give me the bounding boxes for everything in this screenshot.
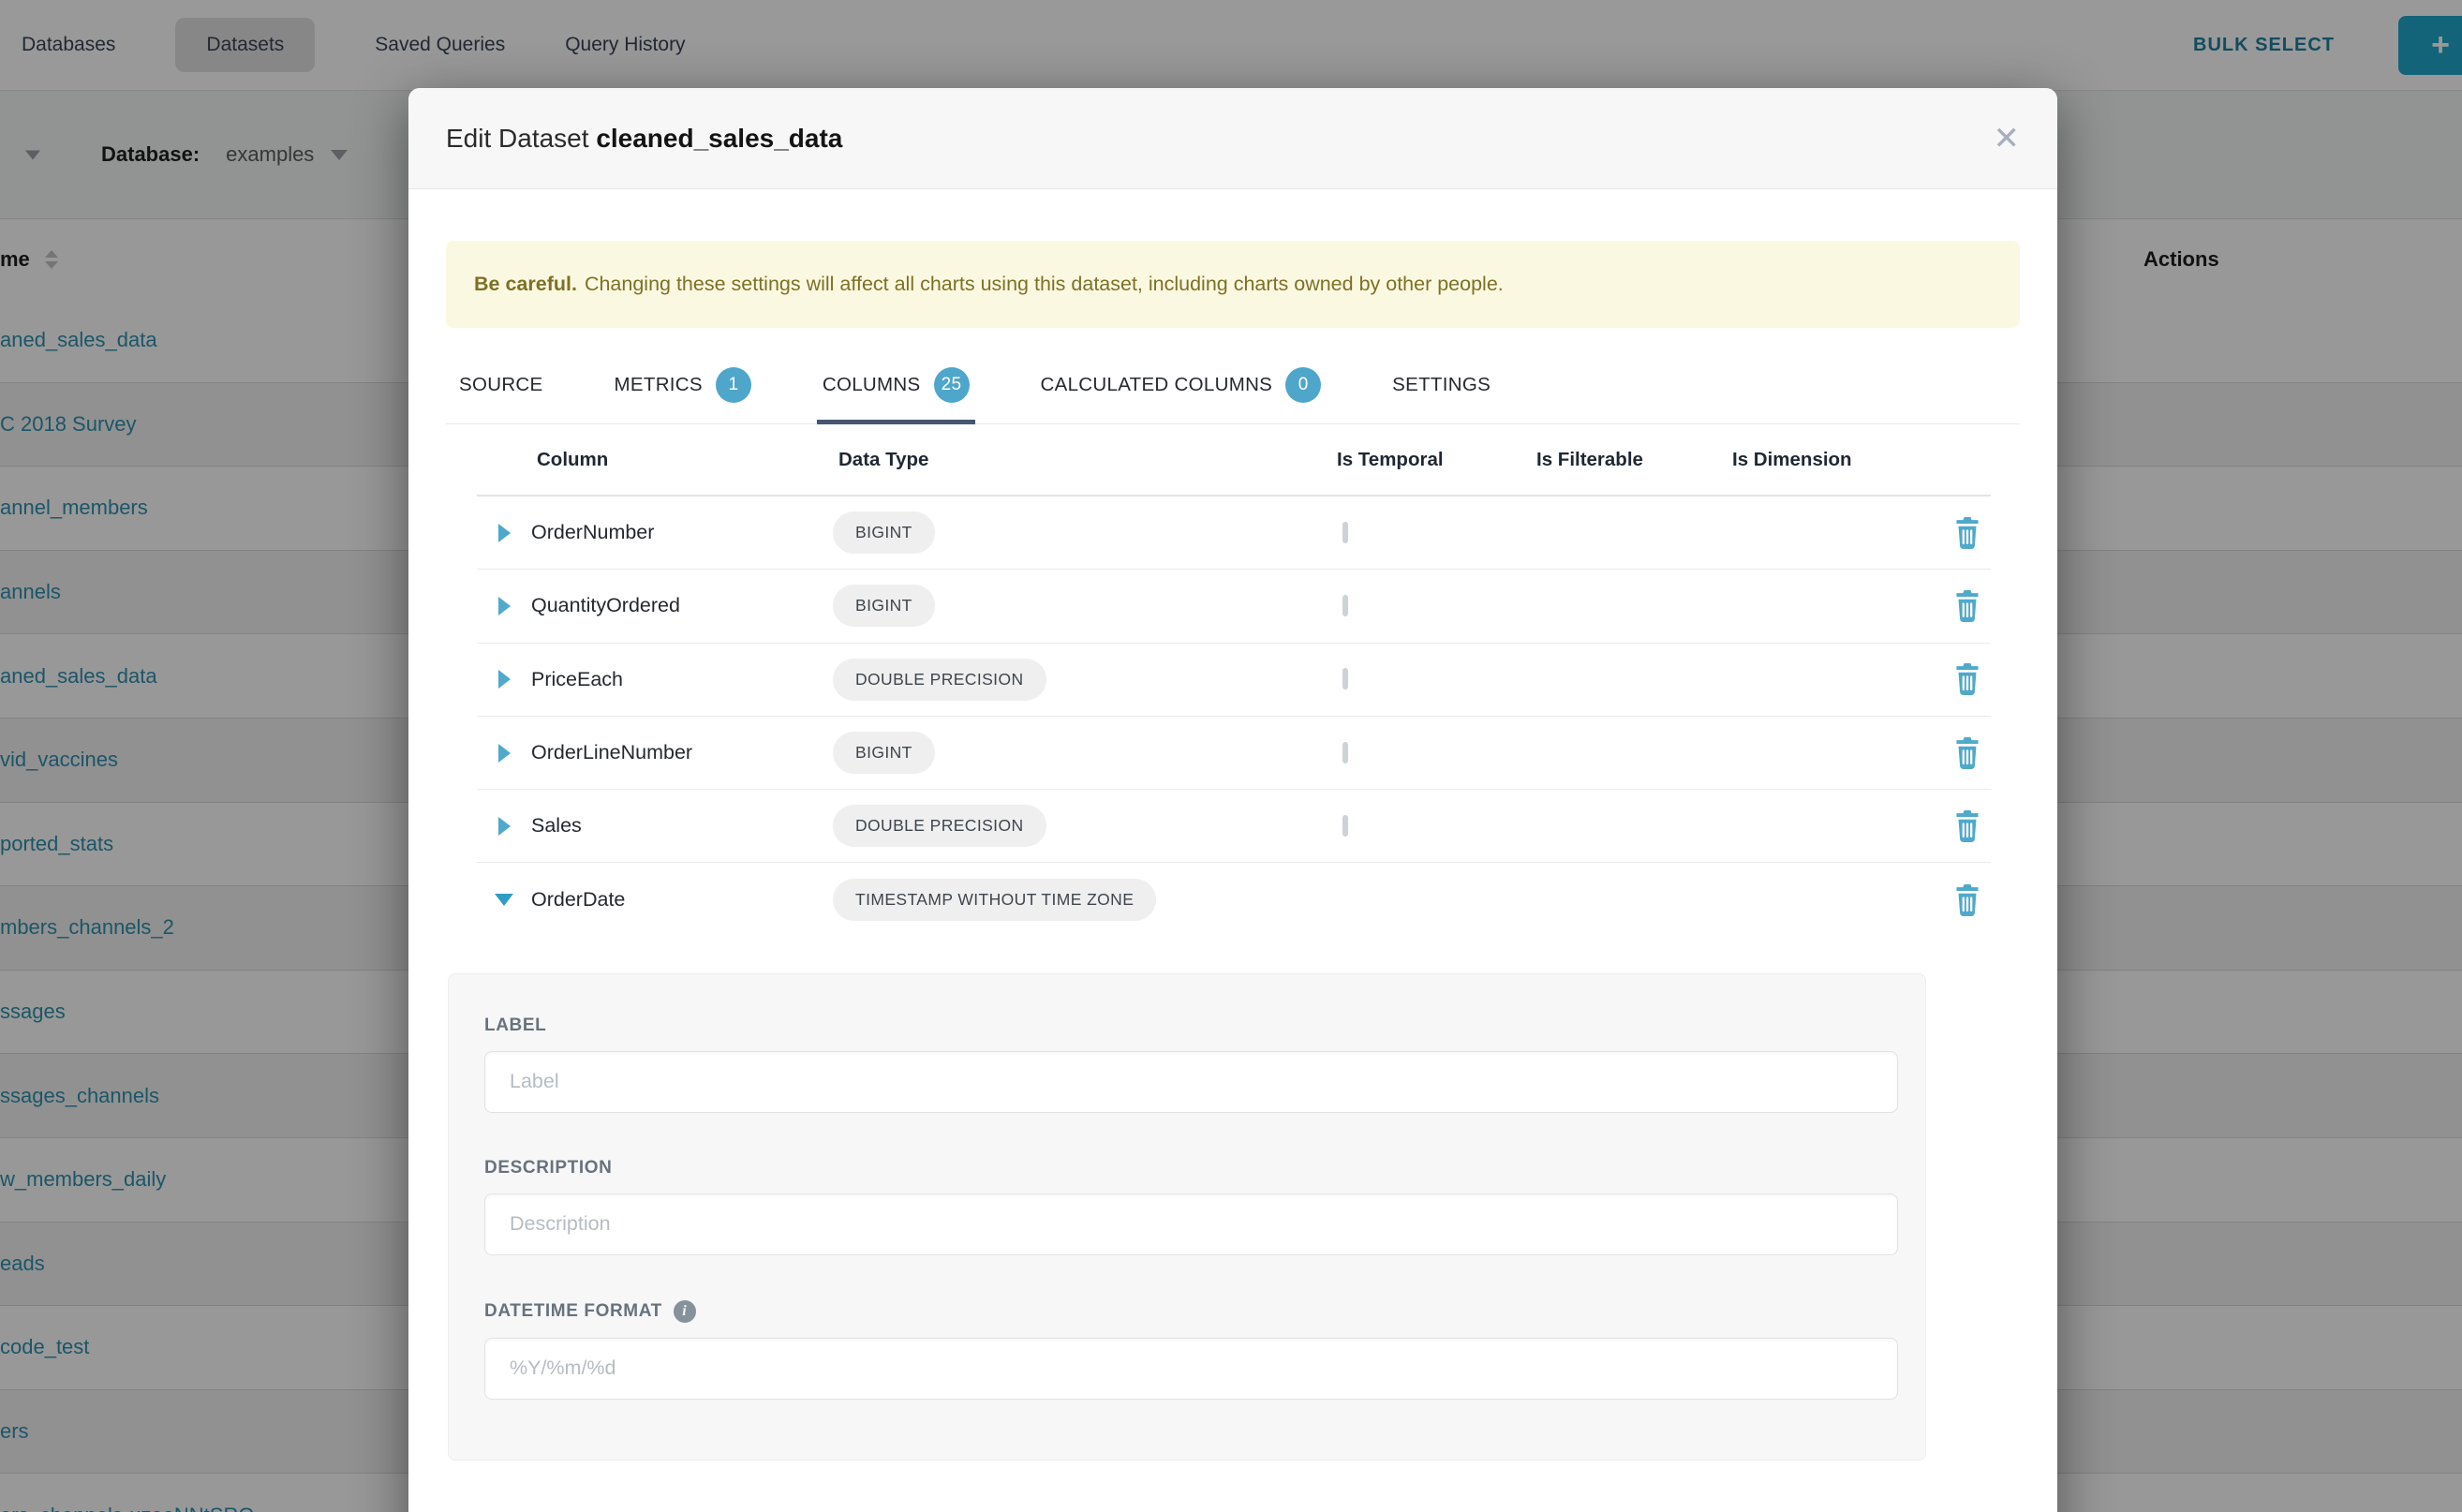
trash-icon[interactable] (1953, 810, 1981, 842)
column-detail-panel: LABEL DESCRIPTION DATETIME FORMAT i (448, 973, 1926, 1460)
tab-count-badge: 1 (716, 367, 751, 403)
modal-tab-label: METRICS (615, 374, 703, 396)
warning-text: Changing these settings will affect all … (585, 273, 1504, 295)
expander-caret-icon[interactable] (477, 817, 531, 836)
modal-tab-label: SOURCE (459, 374, 543, 396)
column-name: OrderNumber (531, 521, 833, 544)
tab-count-badge: 0 (1285, 367, 1321, 403)
modal-tab-label: CALCULATED COLUMNS (1041, 374, 1273, 396)
column-name: OrderLineNumber (531, 741, 833, 764)
expander-caret-icon[interactable] (477, 597, 531, 615)
form-field: DESCRIPTION (484, 1158, 1897, 1255)
field-label: DATETIME FORMAT i (484, 1300, 1897, 1323)
is-temporal-checkbox[interactable] (1342, 815, 1348, 837)
column-name: PriceEach (531, 668, 833, 691)
close-icon[interactable]: ✕ (1994, 123, 2021, 155)
info-icon[interactable]: i (674, 1300, 696, 1323)
data-type-pill: BIGINT (833, 732, 935, 774)
tab-settings[interactable]: SETTINGS (1392, 347, 1491, 423)
is-temporal-checkbox[interactable] (1342, 742, 1348, 763)
column-row: OrderLineNumber BIGINT (477, 717, 1991, 790)
data-type-pill: TIMESTAMP WITHOUT TIME ZONE (833, 879, 1156, 921)
form-field: LABEL (484, 1015, 1897, 1113)
modal-tab-label: SETTINGS (1392, 374, 1491, 396)
tab-columns[interactable]: COLUMNS 25 (823, 347, 970, 423)
edit-dataset-modal: Edit Dataset cleaned_sales_data ✕ Be car… (408, 88, 2057, 1512)
datetime-format-input[interactable] (484, 1338, 1898, 1400)
columns-table-header: Column Data Type Is Temporal Is Filterab… (477, 424, 1991, 497)
column-name: Sales (531, 814, 833, 838)
expander-caret-icon[interactable] (477, 670, 531, 689)
column-row: PriceEach DOUBLE PRECISION (477, 644, 1991, 717)
description-input[interactable] (484, 1193, 1898, 1255)
column-name: QuantityOrdered (531, 594, 833, 617)
tab-source[interactable]: SOURCE (459, 347, 543, 423)
tab-calculated-columns[interactable]: CALCULATED COLUMNS 0 (1041, 347, 1322, 423)
modal-tabs: SOURCE METRICS 1 COLUMNS 25 CALCULATED C… (446, 347, 2020, 424)
label-input[interactable] (484, 1051, 1898, 1113)
modal-title-dataset-name: cleaned_sales_data (596, 124, 842, 153)
modal-tab-label: COLUMNS (823, 374, 921, 396)
modal-body: Be careful. Changing these settings will … (408, 241, 2057, 1460)
tab-metrics[interactable]: METRICS 1 (615, 347, 751, 423)
warning-banner: Be careful. Changing these settings will … (446, 241, 2020, 328)
trash-icon[interactable] (1953, 663, 1981, 695)
header-data-type: Data Type (833, 449, 1331, 471)
modal-header: Edit Dataset cleaned_sales_data ✕ (408, 88, 2057, 189)
is-temporal-checkbox[interactable] (1342, 668, 1348, 689)
columns-rows: OrderNumber BIGINT QuantityOrdered BIGIN… (477, 497, 1991, 937)
warning-bold: Be careful. (474, 273, 577, 295)
data-type-pill: DOUBLE PRECISION (833, 805, 1046, 847)
expander-caret-icon[interactable] (477, 894, 531, 906)
modal-title-prefix: Edit Dataset (446, 124, 589, 153)
header-is-filterable: Is Filterable (1531, 449, 1727, 471)
column-row: Sales DOUBLE PRECISION (477, 790, 1991, 863)
data-type-pill: DOUBLE PRECISION (833, 659, 1046, 701)
expander-caret-icon[interactable] (477, 744, 531, 763)
header-column: Column (531, 449, 833, 471)
tab-count-badge: 25 (934, 367, 970, 403)
data-type-pill: BIGINT (833, 511, 935, 554)
column-row: OrderDate TIMESTAMP WITHOUT TIME ZONE (477, 863, 1991, 936)
trash-icon[interactable] (1953, 737, 1981, 769)
field-label: DESCRIPTION (484, 1158, 1897, 1178)
field-label: LABEL (484, 1015, 1897, 1036)
column-row: OrderNumber BIGINT (477, 497, 1991, 570)
is-temporal-checkbox[interactable] (1342, 522, 1348, 543)
expander-caret-icon[interactable] (477, 524, 531, 542)
column-row: QuantityOrdered BIGINT (477, 570, 1991, 643)
data-type-pill: BIGINT (833, 585, 935, 627)
header-is-dimension: Is Dimension (1727, 449, 1944, 471)
trash-icon[interactable] (1953, 517, 1981, 549)
trash-icon[interactable] (1953, 884, 1981, 916)
column-name: OrderDate (531, 888, 833, 912)
columns-table: Column Data Type Is Temporal Is Filterab… (477, 424, 1991, 937)
form-field: DATETIME FORMAT i (484, 1300, 1897, 1400)
header-is-temporal: Is Temporal (1331, 449, 1531, 471)
trash-icon[interactable] (1953, 590, 1981, 622)
is-temporal-checkbox[interactable] (1342, 595, 1348, 616)
screen: Databases Datasets Saved Queries Query H… (0, 0, 2462, 1512)
modal-title: Edit Dataset cleaned_sales_data (446, 124, 842, 154)
